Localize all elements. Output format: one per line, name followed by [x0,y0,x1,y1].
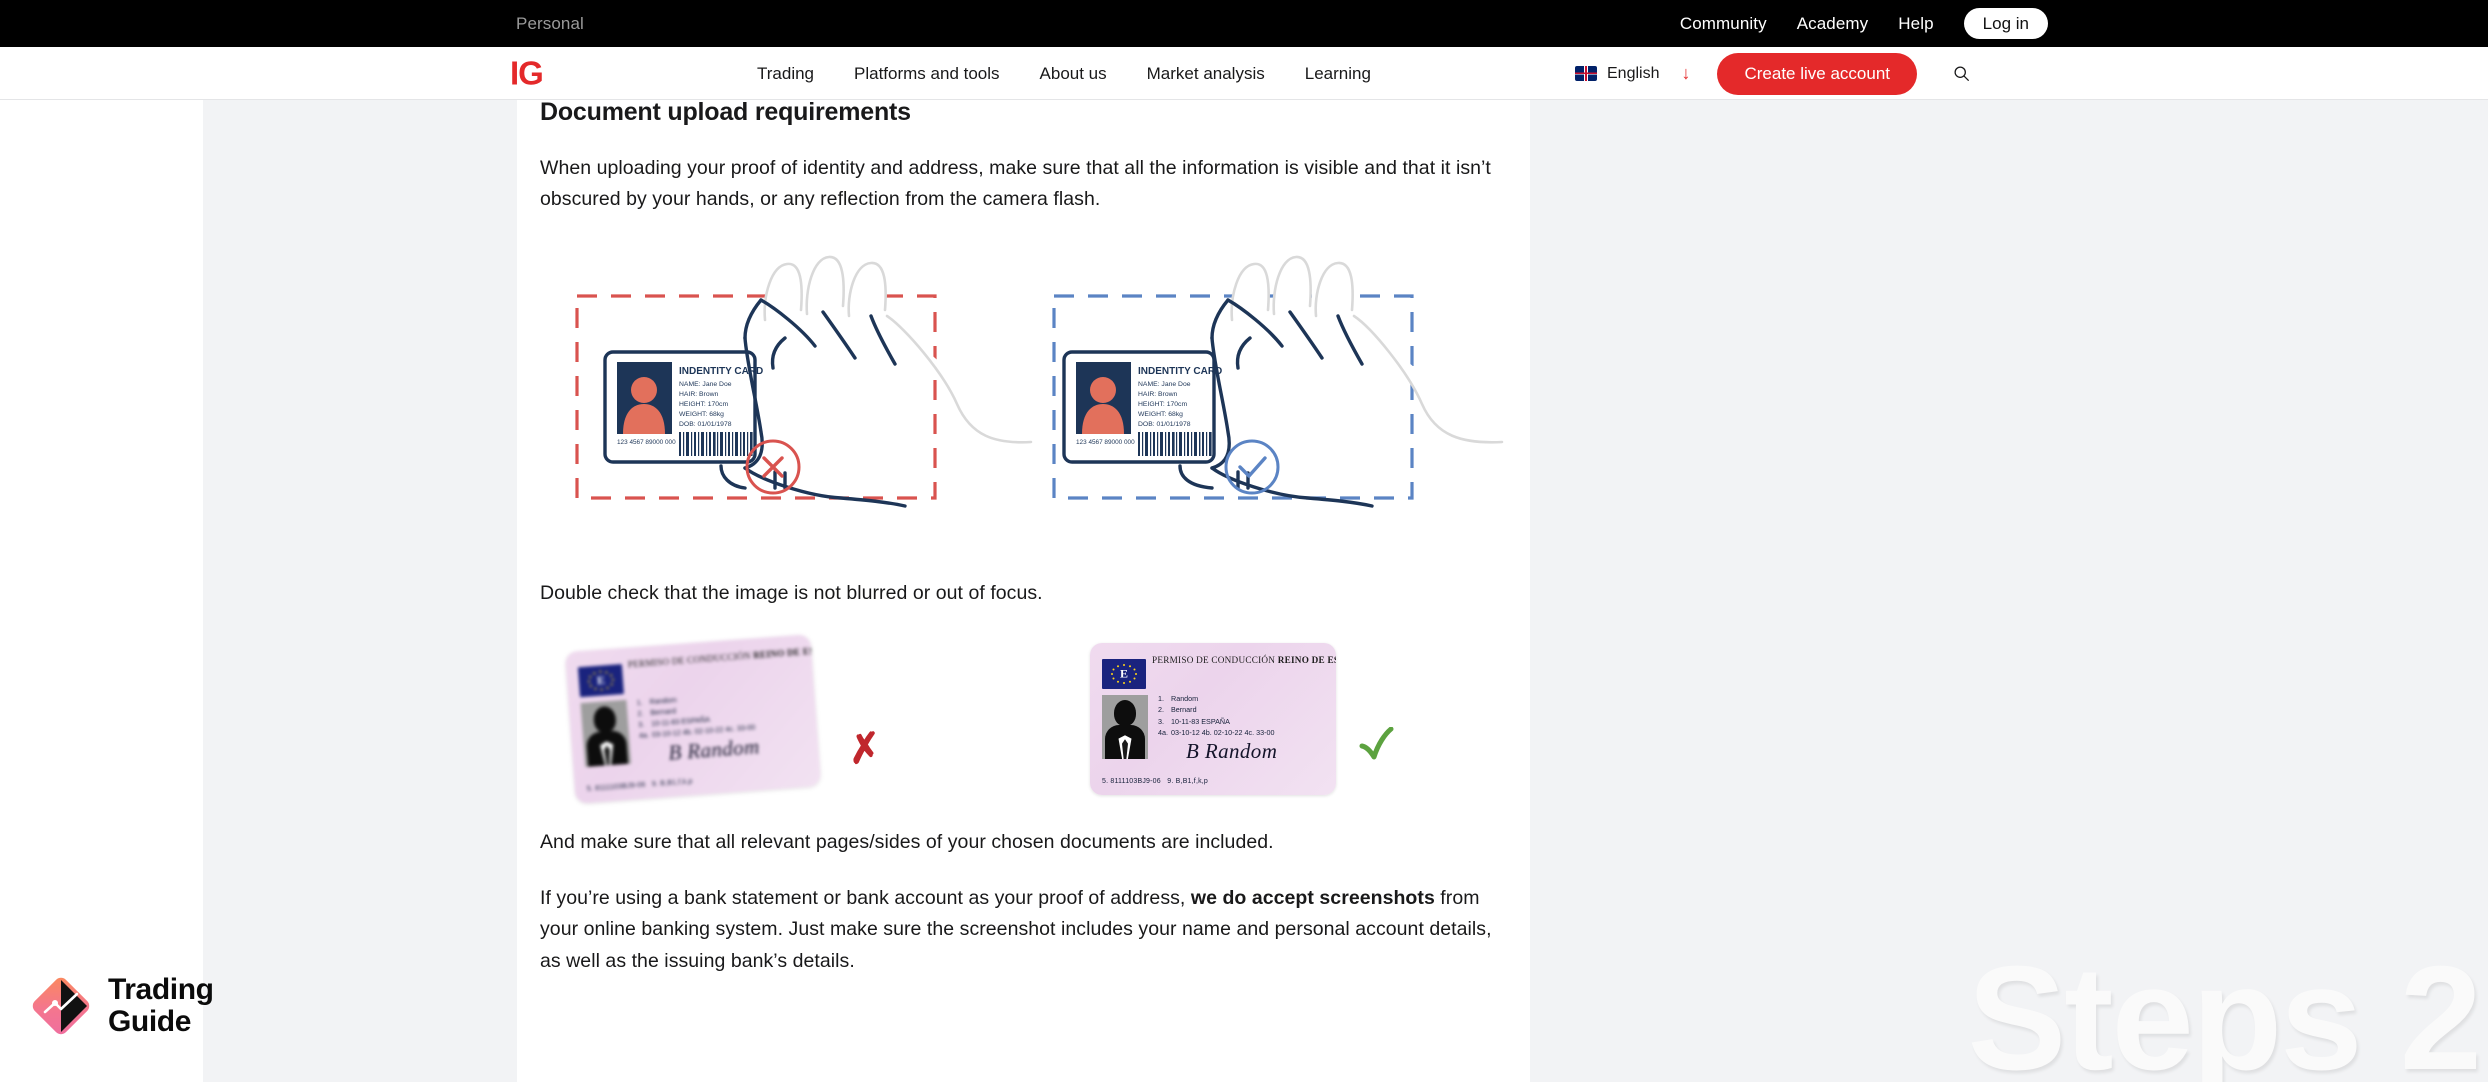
svg-text:NAME: Jane Doe: NAME: Jane Doe [1138,381,1191,388]
license-header-blurred: PERMISO DE CONDUCCIÓN REINO DE ESPAÑA [627,644,822,670]
nav-item-about-us[interactable]: About us [1040,64,1107,84]
search-icon[interactable] [1953,65,1970,82]
cross-mark-blurred: ✗ [845,724,885,774]
paragraph-bank-statement: If you’re using a bank statement or bank… [540,883,1505,978]
article-body: Document upload requirements When upload… [517,100,1530,978]
illustration-incorrect-hand-covering-card: 123 4567 89000 000 INDENTITY CARD NAME: … [575,254,1035,554]
paragraph-intro: When uploading your proof of identity an… [540,156,1491,211]
trading-guide-brand[interactable]: Trading Guide [32,972,214,1038]
svg-text:INDENTITY CARD: INDENTITY CARD [1138,366,1222,377]
svg-text:123 4567 89000 000: 123 4567 89000 000 [617,439,676,446]
nav-item-trading[interactable]: Trading [757,64,814,84]
page-title: Document upload requirements [540,100,911,126]
create-live-account-button[interactable]: Create live account [1717,52,1918,95]
license-bottom-sharp: 5. 8111103BJ9-06 9. B,B1,f,k,p [1102,778,1209,786]
topbar-right-group: Community Academy Help Log in [1680,0,2048,47]
svg-text:DOB: 01/01/1978: DOB: 01/01/1978 [679,421,732,428]
bank-text-bold: we do accept screenshots [1190,886,1435,909]
topbar-link-help[interactable]: Help [1898,14,1933,34]
svg-text:DOB: 01/01/1978: DOB: 01/01/1978 [1138,421,1191,428]
primary-nav: Trading Platforms and tools About us Mar… [757,47,1371,100]
topbar-link-academy[interactable]: Academy [1797,14,1869,34]
svg-text:123 4567 89000 000: 123 4567 89000 000 [1076,439,1135,446]
svg-text:HEIGHT: 170cm: HEIGHT: 170cm [679,401,728,408]
eu-emblem-icon: E [577,664,624,698]
license-fields-blurred: 1. Random 2. Bernard 3. 10-11-83 ESPAÑA 4a.… [636,695,756,741]
nav-item-platforms-and-tools[interactable]: Platforms and tools [854,64,1000,84]
nav-actions-group: English ↓ Create live account [1575,47,1970,100]
trading-guide-diamond-icon [32,977,90,1035]
topbar-personal-label[interactable]: Personal [516,14,584,34]
ig-logo[interactable]: IG [510,57,544,90]
nav-item-market-analysis[interactable]: Market analysis [1147,64,1265,84]
paragraph-all-pages: And make sure that all relevant pages/si… [540,831,1274,854]
driving-license-sharp: PERMISO DE CONDUCCIÓN REINO DE ESPAÑA [1090,643,1336,796]
illustration-correct-hand-holding-card: 123 4567 89000 000 INDENTITY CARD NAME: … [1052,254,1512,554]
license-signature-sharp: B Random [1186,739,1278,764]
sidebar-gutter [203,100,517,1082]
svg-text:HAIR: Brown: HAIR: Brown [1138,391,1178,398]
right-gutter [1530,100,2488,1082]
brand-line-1: Trading [108,972,214,1006]
trading-guide-wordmark: Trading Guide [108,972,214,1038]
svg-text:HEIGHT: 170cm: HEIGHT: 170cm [1138,401,1187,408]
license-sharp-group: PERMISO DE CONDUCCIÓN REINO DE ESPAÑA [1090,643,1394,796]
utility-topbar: Personal Community Academy Help Log in [0,0,2488,47]
svg-text:WEIGHT: 68kg: WEIGHT: 68kg [679,411,724,418]
svg-text:WEIGHT: 68kg: WEIGHT: 68kg [1138,411,1183,418]
paragraph-blur-check: Double check that the image is not blurr… [540,581,1043,604]
left-white-rail [0,100,203,1082]
topbar-left-group: Personal [516,0,584,47]
id-card-graphic: 123 4567 89000 000 INDENTITY CARD NAME: … [1062,349,1222,464]
nav-item-learning[interactable]: Learning [1305,64,1371,84]
article-column: Document upload requirements When upload… [517,100,1530,1082]
page-root: Personal Community Academy Help Log in I… [0,0,2488,1082]
check-mark-sharp [1358,726,1394,766]
svg-text:HAIR: Brown: HAIR: Brown [679,391,719,398]
main-navbar: IG Trading Platforms and tools About us … [0,47,2488,100]
license-bottom-blurred: 5. 8111103BJ9-06 9. B,B1,f,k,p [586,778,693,794]
download-arrow-icon[interactable]: ↓ [1681,63,1690,84]
license-photo-blurred [580,700,632,768]
id-card-illustration-row: 123 4567 89000 000 INDENTITY CARD NAME: … [540,254,1505,554]
language-label[interactable]: English [1607,65,1659,83]
svg-text:NAME: Jane Doe: NAME: Jane Doe [679,381,732,388]
driving-license-blurred: PERMISO DE CONDUCCIÓN REINO DE ESPAÑA E … [564,634,822,805]
driving-license-row: PERMISO DE CONDUCCIÓN REINO DE ESPAÑA E … [540,634,1505,805]
license-blurred-group: PERMISO DE CONDUCCIÓN REINO DE ESPAÑA E … [564,634,884,805]
eu-emblem-icon-sharp: E [1102,659,1146,690]
bank-text-a: If you’re using a bank statement or bank… [540,886,1191,909]
license-header-sharp: PERMISO DE CONDUCCIÓN REINO DE ESPAÑA [1152,655,1336,666]
license-signature-blurred: B Random [667,734,761,766]
license-fields-sharp: 1. Random 2. Bernard 3. 10-11-83 ESPAÑA 4a.… [1158,694,1275,737]
brand-line-2: Guide [108,1004,192,1038]
eu-letter-sharp: E [1119,666,1128,681]
uk-flag-icon [1575,66,1597,81]
login-button[interactable]: Log in [1963,7,2048,40]
topbar-link-community[interactable]: Community [1680,14,1767,34]
license-photo-sharp [1102,695,1148,760]
id-card-graphic: 123 4567 89000 000 INDENTITY CARD NAME: … [603,349,763,464]
